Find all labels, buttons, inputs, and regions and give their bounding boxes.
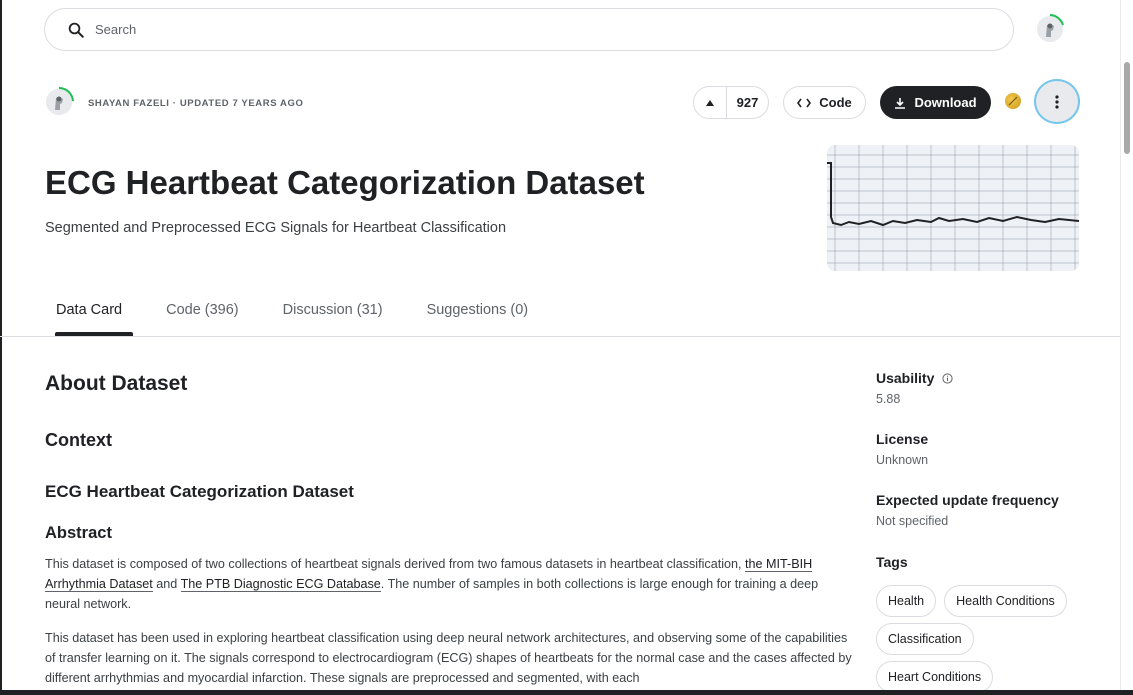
context-heading: Context [45,430,112,450]
abstract-text-2: and [152,577,181,591]
abstract-paragraph: This dataset is composed of two collecti… [45,554,853,614]
code-icon [797,98,812,107]
more-options-button[interactable] [1034,79,1080,124]
code-button[interactable]: Code [783,86,866,119]
usability-label-text: Usability [876,370,935,386]
tab-data-card[interactable]: Data Card [45,302,134,336]
arrow-up-icon [706,99,714,106]
search-input[interactable]: Search [95,22,136,37]
usability-value: 5.88 [876,392,901,406]
tag-chip[interactable]: Heart Conditions [876,661,994,693]
dataset-meta: SHAYAN FAZELI · UPDATED 7 YEARS AGO [88,98,303,109]
dataset-subtitle: Segmented and Preprocessed ECG Signals f… [45,220,507,236]
vote-count: 927 [736,95,759,110]
ptb-link[interactable]: The PTB Diagnostic ECG Database [180,577,381,592]
tag-chip[interactable]: Health [876,585,937,617]
tab-discussion[interactable]: Discussion (31) [272,302,394,336]
update-frequency-section: Expected update frequency Not specified [876,492,1106,528]
dataset-heading: ECG Heartbeat Categorization Dataset [45,482,354,501]
tab-suggestions[interactable]: Suggestions (0) [416,302,540,336]
tag-chip[interactable]: Classification [876,623,974,655]
medal-icon[interactable] [1005,93,1021,109]
tab-divider [0,336,1120,337]
page-scrollbar[interactable] [1120,0,1133,695]
license-section: License Unknown [876,431,1106,467]
update-frequency-value: Not specified [876,514,949,528]
search-bar[interactable]: Search [44,8,1014,51]
scrollbar-thumb[interactable] [1124,62,1130,154]
vote-control: 927 [693,86,769,119]
download-icon [895,97,906,109]
usability-label: Usability [876,370,1106,386]
info-icon[interactable] [942,372,953,384]
about-heading: About Dataset [45,372,188,395]
code-button-label: Code [819,95,852,110]
tab-bar: Data Card Code (396) Discussion (31) Sug… [45,302,539,336]
owner-progress-ring [58,86,74,102]
tag-chip[interactable]: Health Conditions [944,585,1067,617]
tab-code[interactable]: Code (396) [155,302,250,336]
tags-label: Tags [876,554,908,570]
search-icon [68,22,84,38]
download-button[interactable]: Download [880,86,991,119]
download-button-label: Download [914,95,977,110]
abstract-text-1: This dataset is composed of two collecti… [45,557,746,571]
tag-list: Health Health Conditions Classification … [876,585,1096,693]
description-paragraph: This dataset has been used in exploring … [45,631,852,685]
usability-section: Usability 5.88 [876,370,1106,406]
more-vertical-icon [1055,94,1059,109]
license-label: License [876,431,929,447]
tags-section: Tags [876,554,1106,570]
license-value: Unknown [876,453,929,467]
meta-separator: · [172,98,180,109]
abstract-heading: Abstract [45,524,112,542]
owner-name[interactable]: SHAYAN FAZELI [88,98,170,109]
window-frame-left [0,0,2,695]
upvote-button[interactable] [694,87,727,118]
window-frame-bottom [0,690,1133,695]
updated-text: UPDATED 7 YEARS AGO [179,98,304,109]
dataset-cover-image [827,145,1079,271]
dataset-title: ECG Heartbeat Categorization Dataset [45,164,645,201]
update-frequency-label: Expected update frequency [876,492,1059,508]
progress-ring [1049,14,1064,26]
